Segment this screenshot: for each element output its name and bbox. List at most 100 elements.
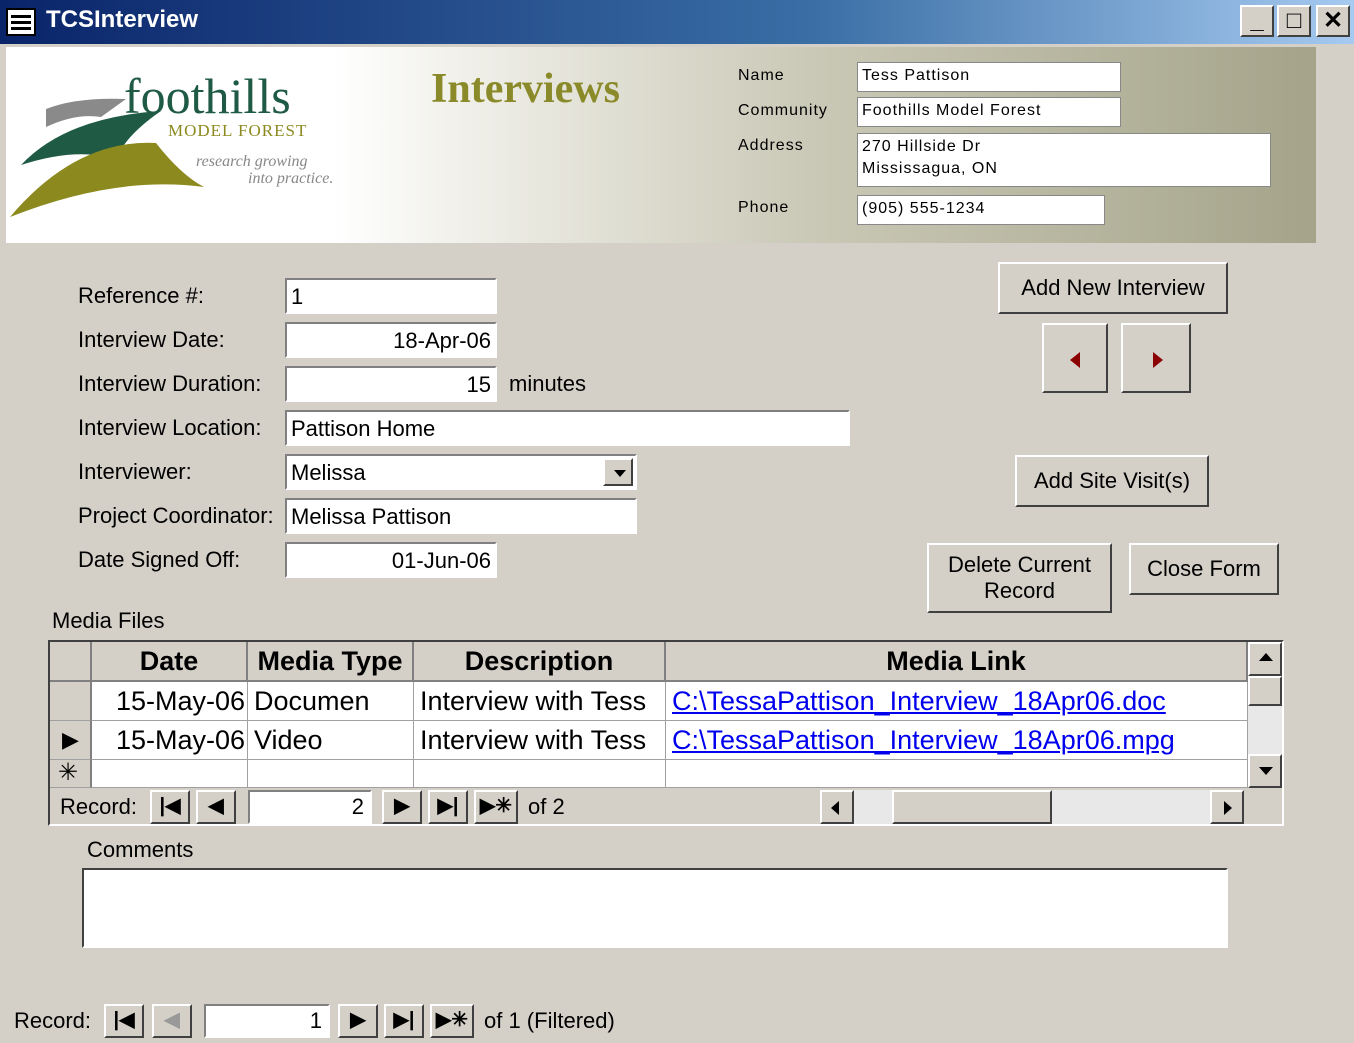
column-header-media-link[interactable]: Media Link [666, 642, 1248, 682]
interviewer-label: Interviewer: [78, 459, 192, 484]
new-record-button[interactable]: ▶✳ [474, 790, 518, 824]
table-cell-media-type[interactable]: Documen [248, 682, 414, 721]
first-record-button[interactable]: |◀ [150, 790, 190, 824]
date-signed-off-label: Date Signed Off: [78, 547, 241, 572]
table-cell-date[interactable]: 15-May-06 [92, 721, 248, 760]
arrow-left-icon [1070, 352, 1080, 368]
horizontal-scroll-thumb[interactable] [892, 790, 1052, 824]
name-label: Name [738, 67, 785, 84]
previous-record-button[interactable] [1042, 323, 1108, 393]
add-site-visit-button[interactable]: Add Site Visit(s) [1015, 455, 1209, 507]
interview-date-field[interactable]: 18-Apr-06 [285, 322, 497, 358]
reference-label: Reference #: [78, 283, 204, 308]
subform-record-label: Record: [60, 794, 138, 819]
interview-date-label: Interview Date: [78, 327, 225, 352]
interview-duration-field[interactable]: 15 [285, 366, 497, 402]
comments-field[interactable] [82, 868, 1228, 948]
subform-record-count: of 2 [528, 794, 565, 819]
scroll-right-button[interactable] [1210, 790, 1244, 824]
logo-tagline-2: into practice. [248, 170, 334, 187]
subform-record-navigator: Record: |◀ ◀ 2 ▶ ▶| ▶✳ of 2 [50, 788, 1282, 824]
interview-location-label: Interview Location: [78, 415, 262, 440]
interviewer-combo[interactable]: Melissa [285, 454, 637, 490]
table-cell-date[interactable]: 15-May-06 [92, 682, 248, 721]
reference-field[interactable]: 1 [285, 278, 497, 314]
horizontal-scrollbar[interactable] [820, 790, 1244, 824]
form-prev-record-button[interactable]: ◀ [152, 1004, 192, 1038]
new-row-cell[interactable] [248, 760, 414, 788]
logo-sub-text: MODEL FOREST [168, 121, 308, 140]
header-banner: foothills MODEL FOREST research growing … [6, 47, 1316, 243]
phone-label: Phone [738, 199, 790, 216]
interview-location-field[interactable]: Pattison Home [285, 410, 850, 446]
prev-record-button[interactable]: ◀ [196, 790, 236, 824]
comments-label: Comments [87, 837, 194, 862]
close-window-button[interactable]: ✕ [1316, 5, 1350, 37]
media-files-label: Media Files [52, 608, 165, 633]
table-cell-description[interactable]: Interview with Tess [414, 682, 666, 721]
next-record-button[interactable] [1121, 323, 1191, 393]
chevron-up-icon [1259, 653, 1273, 661]
window-title: TCSInterview [46, 6, 199, 33]
table-cell-media-link[interactable]: C:\TessaPattison_Interview_18Apr06.mpg [666, 721, 1248, 760]
logo-main-text: foothills [124, 68, 291, 124]
table-cell-description[interactable]: Interview with Tess [414, 721, 666, 760]
form-icon[interactable] [6, 8, 36, 36]
row-selector[interactable] [50, 682, 92, 721]
date-signed-off-field[interactable]: 01-Jun-06 [285, 542, 497, 578]
chevron-down-icon [1259, 767, 1273, 775]
community-field[interactable]: Foothills Model Forest [857, 97, 1121, 127]
scroll-left-button[interactable] [820, 790, 854, 824]
media-link[interactable]: C:\TessaPattison_Interview_18Apr06.doc [672, 686, 1166, 716]
media-link[interactable]: C:\TessaPattison_Interview_18Apr06.mpg [672, 725, 1175, 755]
address-field[interactable]: 270 Hillside Dr Mississagua, ON [857, 133, 1271, 187]
scroll-up-button[interactable] [1248, 642, 1282, 676]
corner-selector[interactable] [50, 642, 92, 682]
form-new-record-button[interactable]: ▶✳ [430, 1004, 474, 1038]
current-row-indicator-icon[interactable]: ▶ [50, 721, 92, 760]
close-form-button[interactable]: Close Form [1129, 543, 1279, 595]
community-label: Community [738, 102, 828, 119]
name-field[interactable]: Tess Pattison [857, 62, 1121, 92]
phone-field[interactable]: (905) 555-1234 [857, 195, 1105, 225]
form-first-record-button[interactable]: |◀ [104, 1004, 144, 1038]
column-header-description[interactable]: Description [414, 642, 666, 682]
chevron-right-icon [1224, 801, 1232, 815]
project-coordinator-label: Project Coordinator: [78, 503, 274, 528]
project-coordinator-field[interactable]: Melissa Pattison [285, 498, 637, 534]
subform-current-record-field[interactable]: 2 [248, 790, 372, 824]
form-next-record-button[interactable]: ▶ [338, 1004, 378, 1038]
new-row-cell[interactable] [666, 760, 1248, 788]
maximize-button[interactable]: □ [1277, 5, 1311, 37]
table-cell-media-link[interactable]: C:\TessaPattison_Interview_18Apr06.doc [666, 682, 1248, 721]
form-record-count: of 1 (Filtered) [484, 1008, 615, 1033]
vertical-scrollbar[interactable] [1248, 642, 1282, 788]
column-header-date[interactable]: Date [92, 642, 248, 682]
address-label: Address [738, 137, 804, 154]
duration-unit-label: minutes [509, 371, 587, 396]
interviewer-value: Melissa [291, 460, 366, 485]
last-record-button[interactable]: ▶| [428, 790, 468, 824]
media-files-datasheet[interactable]: Date Media Type Description Media Link 1… [48, 640, 1284, 826]
title-bar: TCSInterview _ □ ✕ [0, 0, 1354, 44]
form-record-label: Record: [14, 1008, 92, 1033]
chevron-down-icon[interactable] [603, 458, 633, 486]
add-new-interview-button[interactable]: Add New Interview [998, 262, 1228, 314]
scroll-thumb[interactable] [1248, 676, 1282, 706]
interview-duration-label: Interview Duration: [78, 371, 262, 396]
minimize-button[interactable]: _ [1240, 5, 1274, 37]
scroll-down-button[interactable] [1248, 754, 1282, 788]
new-record-icon[interactable]: ✳ [50, 760, 92, 788]
form-current-record-field[interactable]: 1 [204, 1004, 330, 1038]
new-row-cell[interactable] [92, 760, 248, 788]
next-record-button[interactable]: ▶ [382, 790, 422, 824]
form-last-record-button[interactable]: ▶| [384, 1004, 424, 1038]
new-row-cell[interactable] [414, 760, 666, 788]
chevron-left-icon [831, 801, 839, 815]
logo-tagline-1: research growing [196, 153, 308, 170]
arrow-right-icon [1153, 352, 1163, 368]
table-cell-media-type[interactable]: Video [248, 721, 414, 760]
delete-current-record-button[interactable]: Delete Current Record [927, 543, 1112, 613]
column-header-media-type[interactable]: Media Type [248, 642, 414, 682]
page-title: Interviews [431, 66, 620, 112]
